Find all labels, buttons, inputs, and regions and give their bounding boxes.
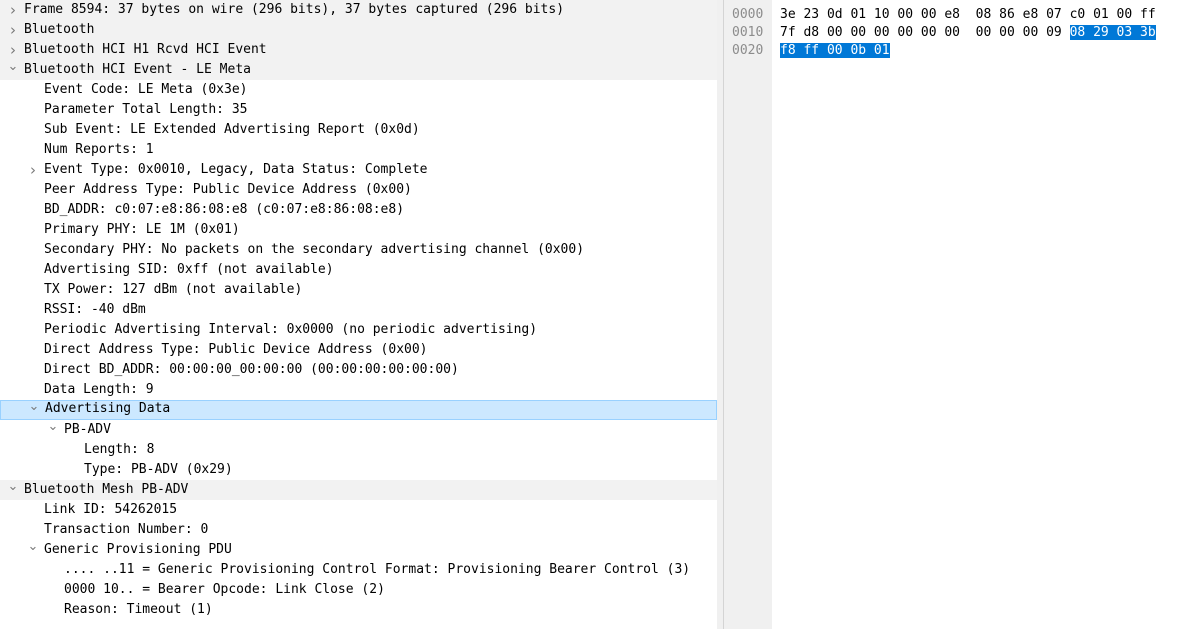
chevron-down-icon[interactable]: ⌄ [27,400,41,420]
tree-row[interactable]: Sub Event: LE Extended Advertising Repor… [0,120,717,140]
tree-row[interactable]: Secondary PHY: No packets on the seconda… [0,240,717,260]
tree-row[interactable]: Event Code: LE Meta (0x3e) [0,80,717,100]
tree-row-label: Length: 8 [84,442,155,457]
tree-row-label: Generic Provisioning PDU [44,542,232,557]
tree-row[interactable]: ⌄ Bluetooth Mesh PB-ADV [0,480,717,500]
tree-row-label: Periodic Advertising Interval: 0x0000 (n… [44,322,538,337]
tree-row-label: TX Power: 127 dBm (not available) [44,282,303,297]
tree-row-label: Event Type: 0x0010, Legacy, Data Status:… [44,162,428,177]
tree-row-label: Secondary PHY: No packets on the seconda… [44,242,585,257]
tree-row-label: .... ..11 = Generic Provisioning Control… [64,562,691,577]
tree-row[interactable]: BD_ADDR: c0:07:e8:86:08:e8 (c0:07:e8:86:… [0,200,717,220]
hex-offset: 0000 [732,7,764,22]
tree-row[interactable]: Peer Address Type: Public Device Address… [0,180,717,200]
tree-row-label: Peer Address Type: Public Device Address… [44,182,412,197]
chevron-right-icon[interactable]: › [6,0,20,20]
tree-row[interactable]: Transaction Number: 0 [0,520,717,540]
tree-row-label: Bluetooth Mesh PB-ADV [24,482,189,497]
chevron-down-icon[interactable]: ⌄ [26,540,40,560]
tree-row[interactable]: 0000 10.. = Bearer Opcode: Link Close (2… [0,580,717,600]
tree-row-label: Sub Event: LE Extended Advertising Repor… [44,122,420,137]
tree-row[interactable]: Reason: Timeout (1) [0,600,717,620]
tree-row-label: Data Length: 9 [44,382,154,397]
offset-column [724,0,772,629]
tree-row[interactable]: Periodic Advertising Interval: 0x0000 (n… [0,320,717,340]
tree-row-label: Advertising SID: 0xff (not available) [44,262,334,277]
tree-row[interactable]: › Frame 8594: 37 bytes on wire (296 bits)… [0,0,717,20]
packet-details-pane[interactable]: › Frame 8594: 37 bytes on wire (296 bits)… [0,0,718,629]
tree-row[interactable]: › Event Type: 0x0010, Legacy, Data Status… [0,160,717,180]
tree-row[interactable]: ⌄ Generic Provisioning PDU [0,540,717,560]
chevron-down-icon[interactable]: ⌄ [6,60,20,80]
tree-row[interactable]: TX Power: 127 dBm (not available) [0,280,717,300]
tree-row[interactable]: ⌄ Bluetooth HCI Event - LE Meta [0,60,717,80]
tree-row-label: Bluetooth HCI H1 Rcvd HCI Event [24,42,267,57]
tree-row-label: Link ID: 54262015 [44,502,178,517]
hex-bytes[interactable]: 7f d8 00 00 00 00 00 00 00 00 00 09 [780,25,1070,40]
tree-row-label: Bluetooth HCI Event - LE Meta [24,62,251,77]
tree-row-label: RSSI: -40 dBm [44,302,146,317]
tree-row[interactable]: › Bluetooth HCI H1 Rcvd HCI Event [0,40,717,60]
tree-row-label: Num Reports: 1 [44,142,154,157]
tree-row-label: Transaction Number: 0 [44,522,209,537]
tree-row-label: Advertising Data [45,401,171,416]
chevron-right-icon[interactable]: › [26,160,40,180]
tree-row[interactable]: RSSI: -40 dBm [0,300,717,320]
tree-row[interactable]: Link ID: 54262015 [0,500,717,520]
tree-row-label: Bluetooth [24,22,95,37]
chevron-down-icon[interactable]: ⌄ [6,480,20,500]
tree-row[interactable]: Direct Address Type: Public Device Addre… [0,340,717,360]
tree-row-label: Reason: Timeout (1) [64,602,213,617]
tree-row[interactable]: Num Reports: 1 [0,140,717,160]
tree-row-label: Frame 8594: 37 bytes on wire (296 bits),… [24,2,565,17]
hex-bytes[interactable]: 3e 23 0d 01 10 00 00 e8 08 86 e8 07 c0 0… [780,7,1156,22]
tree-row-label: Primary PHY: LE 1M (0x01) [44,222,240,237]
hex-offset: 0020 [732,43,764,58]
tree-row[interactable]: Parameter Total Length: 35 [0,100,717,120]
hex-bytes-highlighted[interactable]: f8 ff 00 0b 01 [780,43,890,58]
tree-row-label: 0000 10.. = Bearer Opcode: Link Close (2… [64,582,385,597]
tree-row-label: Parameter Total Length: 35 [44,102,248,117]
tree-row-label: Direct BD_ADDR: 00:00:00_00:00:00 (00:00… [44,362,459,377]
tree-row-label: PB-ADV [64,422,111,437]
tree-row-label: Direct Address Type: Public Device Addre… [44,342,428,357]
hex-bytes-highlighted[interactable]: 08 29 03 3b [1069,25,1156,40]
packet-bytes-pane[interactable]: 0000 3e 23 0d 01 10 00 00 e8 08 86 e8 07 … [724,0,1177,629]
tree-row[interactable]: Data Length: 9 [0,380,717,400]
tree-row[interactable]: › Bluetooth [0,20,717,40]
hex-offset: 0010 [732,25,764,40]
chevron-right-icon[interactable]: › [6,40,20,60]
tree-row[interactable]: Direct BD_ADDR: 00:00:00_00:00:00 (00:00… [0,360,717,380]
tree-row[interactable]: Primary PHY: LE 1M (0x01) [0,220,717,240]
tree-row-label: Type: PB-ADV (0x29) [84,462,233,477]
tree-row[interactable]: Advertising SID: 0xff (not available) [0,260,717,280]
tree-row-label: BD_ADDR: c0:07:e8:86:08:e8 (c0:07:e8:86:… [44,202,405,217]
tree-row-label: Event Code: LE Meta (0x3e) [44,82,248,97]
tree-row[interactable]: Type: PB-ADV (0x29) [0,460,717,480]
tree-row[interactable]: .... ..11 = Generic Provisioning Control… [0,560,717,580]
chevron-down-icon[interactable]: ⌄ [46,420,60,440]
tree-row[interactable]: Length: 8 [0,440,717,460]
pane-splitter[interactable] [717,0,724,629]
tree-row[interactable]: ⌄ PB-ADV [0,420,717,440]
tree-row[interactable]: ⌄ Advertising Data [0,400,717,420]
chevron-right-icon[interactable]: › [6,20,20,40]
